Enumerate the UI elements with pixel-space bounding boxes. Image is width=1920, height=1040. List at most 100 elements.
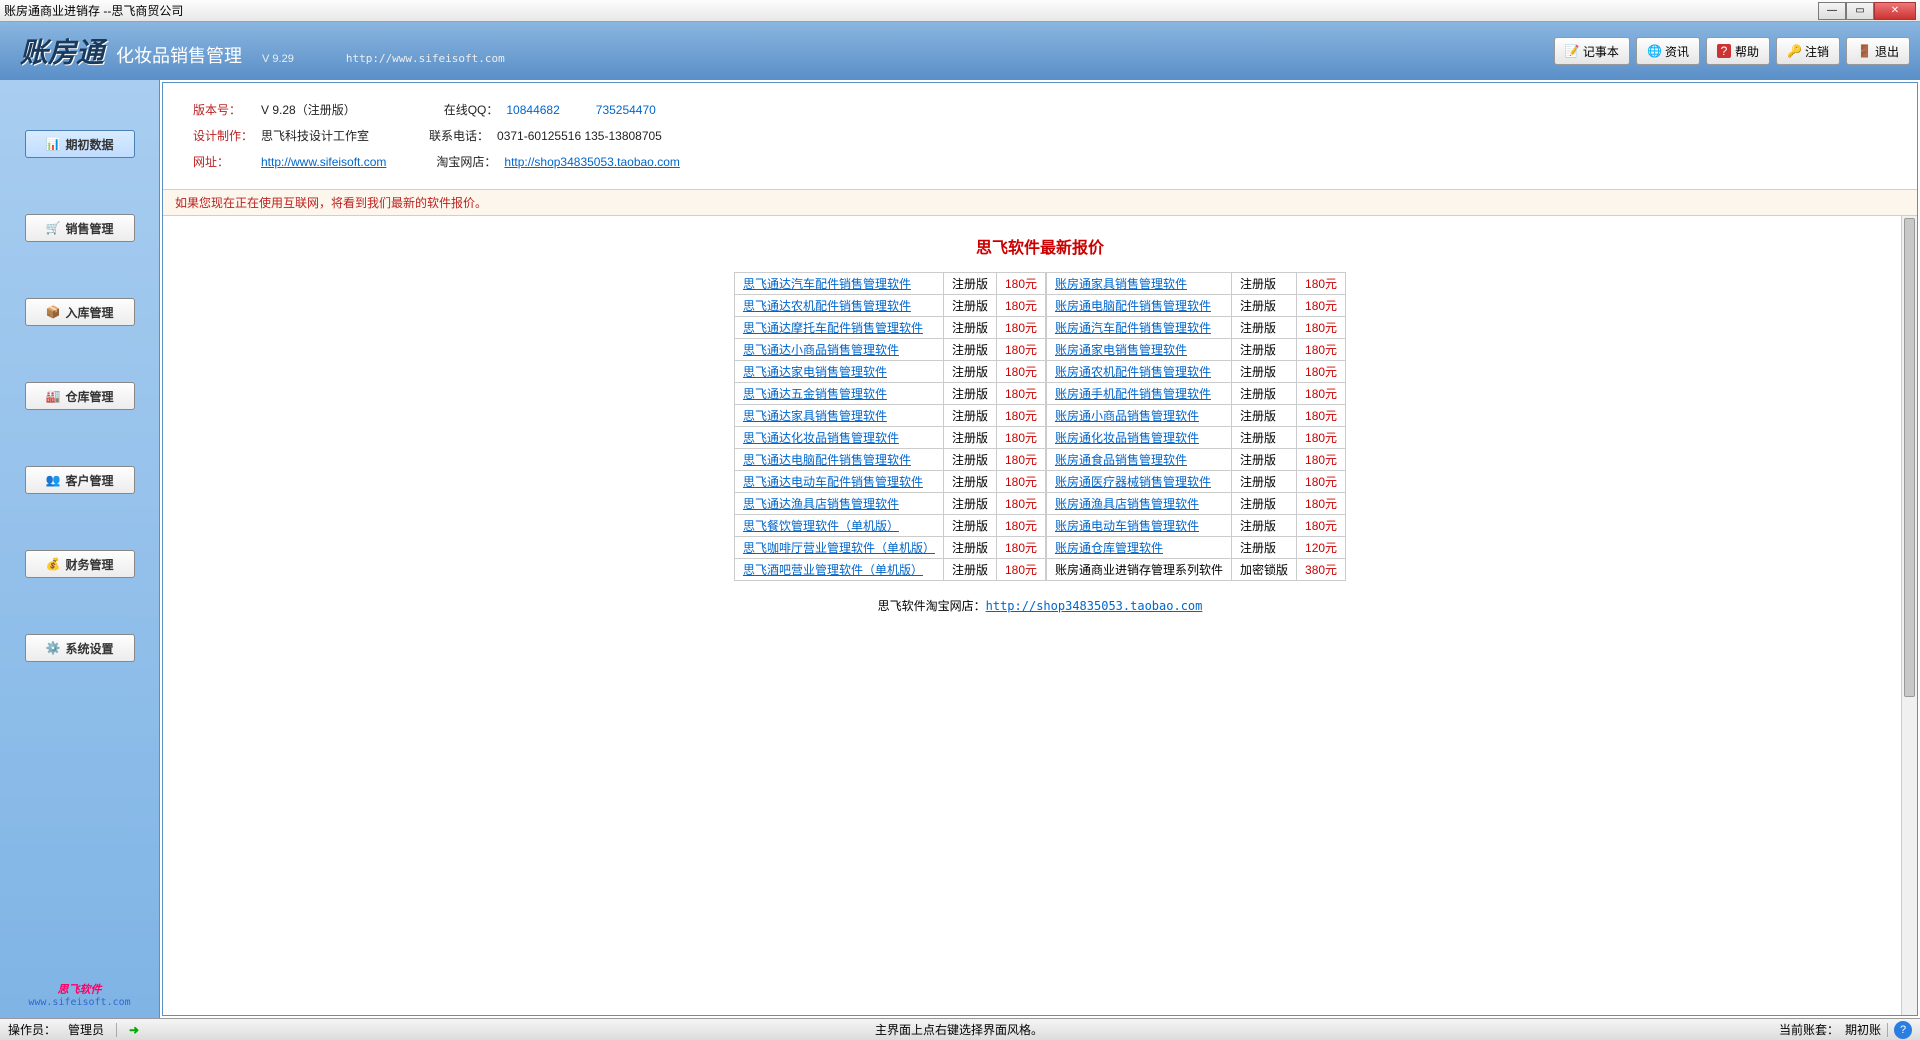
phone-label: 联系电话： xyxy=(429,123,489,149)
price-row: 账房通汽车配件销售管理软件注册版180元 xyxy=(1047,317,1346,339)
product-link[interactable]: 思飞餐饮管理软件（单机版） xyxy=(743,519,899,533)
sidebar-item-1[interactable]: 🛒销售管理 xyxy=(25,214,135,242)
product-name: 账房通商业进销存管理系列软件 xyxy=(1047,559,1232,581)
price-row: 思飞通达摩托车配件销售管理软件注册版180元 xyxy=(734,317,1045,339)
product-link[interactable]: 账房通医疗器械销售管理软件 xyxy=(1055,475,1211,489)
product-name: 账房通小商品销售管理软件 xyxy=(1047,405,1232,427)
product-link[interactable]: 思飞通达摩托车配件销售管理软件 xyxy=(743,321,923,335)
product-link[interactable]: 账房通食品销售管理软件 xyxy=(1055,453,1187,467)
product-link[interactable]: 思飞酒吧营业管理软件（单机版） xyxy=(743,563,923,577)
product-link[interactable]: 思飞通达电动车配件销售管理软件 xyxy=(743,475,923,489)
product-name: 思飞通达电脑配件销售管理软件 xyxy=(734,449,943,471)
product-link[interactable]: 思飞通达渔具店销售管理软件 xyxy=(743,497,899,511)
product-name: 账房通手机配件销售管理软件 xyxy=(1047,383,1232,405)
help-button[interactable]: ?帮助 xyxy=(1706,37,1770,65)
exit-icon: 🚪 xyxy=(1857,44,1871,58)
product-link[interactable]: 账房通化妆品销售管理软件 xyxy=(1055,431,1199,445)
product-price: 180元 xyxy=(1297,471,1346,493)
sidebar-icon: 📊 xyxy=(45,137,59,151)
product-link[interactable]: 账房通小商品销售管理软件 xyxy=(1055,409,1199,423)
product-price: 180元 xyxy=(996,339,1045,361)
product-type: 注册版 xyxy=(1232,383,1297,405)
price-row: 思飞通达电脑配件销售管理软件注册版180元 xyxy=(734,449,1045,471)
product-link[interactable]: 思飞通达家电销售管理软件 xyxy=(743,365,887,379)
product-price: 380元 xyxy=(1297,559,1346,581)
product-name: 账房通医疗器械销售管理软件 xyxy=(1047,471,1232,493)
product-price: 180元 xyxy=(1297,493,1346,515)
logo-subtitle: 化妆品销售管理 xyxy=(116,42,242,68)
minimize-button[interactable]: — xyxy=(1818,2,1846,20)
product-link[interactable]: 思飞通达化妆品销售管理软件 xyxy=(743,431,899,445)
product-link[interactable]: 思飞通达小商品销售管理软件 xyxy=(743,343,899,357)
product-name: 账房通食品销售管理软件 xyxy=(1047,449,1232,471)
close-button[interactable]: ✕ xyxy=(1874,2,1916,20)
product-type: 注册版 xyxy=(1232,449,1297,471)
sidebar-item-6[interactable]: ⚙️系统设置 xyxy=(25,634,135,662)
product-link[interactable]: 思飞通达家具销售管理软件 xyxy=(743,409,887,423)
product-link[interactable]: 账房通渔具店销售管理软件 xyxy=(1055,497,1199,511)
product-link[interactable]: 账房通仓库管理软件 xyxy=(1055,541,1163,555)
product-name: 思飞餐饮管理软件（单机版） xyxy=(734,515,943,537)
product-type: 注册版 xyxy=(1232,273,1297,295)
logout-button[interactable]: 🔑注销 xyxy=(1776,37,1840,65)
product-link[interactable]: 账房通电脑配件销售管理软件 xyxy=(1055,299,1211,313)
footer-brand: 思飞软件 xyxy=(28,981,130,997)
news-button[interactable]: 🌐资讯 xyxy=(1636,37,1700,65)
sidebar-item-2[interactable]: 📦入库管理 xyxy=(25,298,135,326)
exit-button[interactable]: 🚪退出 xyxy=(1846,37,1910,65)
product-price: 180元 xyxy=(1297,295,1346,317)
product-name: 思飞通达化妆品销售管理软件 xyxy=(734,427,943,449)
product-name: 账房通电动车销售管理软件 xyxy=(1047,515,1232,537)
product-link[interactable]: 账房通电动车销售管理软件 xyxy=(1055,519,1199,533)
product-type: 注册版 xyxy=(943,273,996,295)
product-link[interactable]: 账房通汽车配件销售管理软件 xyxy=(1055,321,1211,335)
statusbar-help-icon[interactable]: ? xyxy=(1894,1021,1912,1039)
sidebar-item-label: 销售管理 xyxy=(65,220,113,237)
taobao-link[interactable]: http://shop34835053.taobao.com xyxy=(504,149,679,175)
logout-label: 注销 xyxy=(1805,43,1829,60)
product-name: 思飞通达摩托车配件销售管理软件 xyxy=(734,317,943,339)
version-label: 版本号： xyxy=(193,97,253,123)
product-link[interactable]: 账房通家电销售管理软件 xyxy=(1055,343,1187,357)
product-name: 思飞通达电动车配件销售管理软件 xyxy=(734,471,943,493)
price-row: 思飞通达渔具店销售管理软件注册版180元 xyxy=(734,493,1045,515)
product-name: 账房通汽车配件销售管理软件 xyxy=(1047,317,1232,339)
site-link[interactable]: http://www.sifeisoft.com xyxy=(261,149,386,175)
sidebar-item-4[interactable]: 👥客户管理 xyxy=(25,466,135,494)
product-link[interactable]: 思飞通达五金销售管理软件 xyxy=(743,387,887,401)
product-link[interactable]: 账房通手机配件销售管理软件 xyxy=(1055,387,1211,401)
product-name: 思飞通达五金销售管理软件 xyxy=(734,383,943,405)
sidebar-icon: 💰 xyxy=(45,557,59,571)
sidebar-item-3[interactable]: 🏭仓库管理 xyxy=(25,382,135,410)
price-row: 思飞通达五金销售管理软件注册版180元 xyxy=(734,383,1045,405)
product-link[interactable]: 账房通农机配件销售管理软件 xyxy=(1055,365,1211,379)
product-price: 180元 xyxy=(1297,383,1346,405)
sidebar-item-0[interactable]: 📊期初数据 xyxy=(25,130,135,158)
product-link[interactable]: 思飞通达农机配件销售管理软件 xyxy=(743,299,911,313)
product-price: 180元 xyxy=(996,559,1045,581)
product-type: 注册版 xyxy=(1232,471,1297,493)
product-link[interactable]: 思飞咖啡厅营业管理软件（单机版） xyxy=(743,541,935,555)
product-link[interactable]: 思飞通达汽车配件销售管理软件 xyxy=(743,277,911,291)
design-label: 设计制作： xyxy=(193,123,253,149)
operator-label: 操作员： xyxy=(8,1021,56,1038)
product-price: 180元 xyxy=(1297,361,1346,383)
price-row: 账房通电动车销售管理软件注册版180元 xyxy=(1047,515,1346,537)
price-row: 账房通仓库管理软件注册版120元 xyxy=(1047,537,1346,559)
content-scrollbar[interactable] xyxy=(1901,216,1917,1015)
product-name: 思飞通达农机配件销售管理软件 xyxy=(734,295,943,317)
product-type: 注册版 xyxy=(1232,339,1297,361)
maximize-button[interactable]: ▭ xyxy=(1846,2,1874,20)
product-name: 账房通化妆品销售管理软件 xyxy=(1047,427,1232,449)
price-row: 账房通渔具店销售管理软件注册版180元 xyxy=(1047,493,1346,515)
product-type: 注册版 xyxy=(943,383,996,405)
taobao-shop-link[interactable]: http://shop34835053.taobao.com xyxy=(986,599,1203,613)
product-type: 注册版 xyxy=(943,471,996,493)
logo-area: 账房通 化妆品销售管理 V 9.29 http://www.sifeisoft.… xyxy=(20,31,505,71)
product-link[interactable]: 账房通家具销售管理软件 xyxy=(1055,277,1187,291)
sidebar-item-5[interactable]: 💰财务管理 xyxy=(25,550,135,578)
notepad-button[interactable]: 📝记事本 xyxy=(1554,37,1630,65)
product-link[interactable]: 思飞通达电脑配件销售管理软件 xyxy=(743,453,911,467)
forward-icon[interactable]: ➜ xyxy=(129,1023,139,1037)
product-type: 注册版 xyxy=(1232,515,1297,537)
